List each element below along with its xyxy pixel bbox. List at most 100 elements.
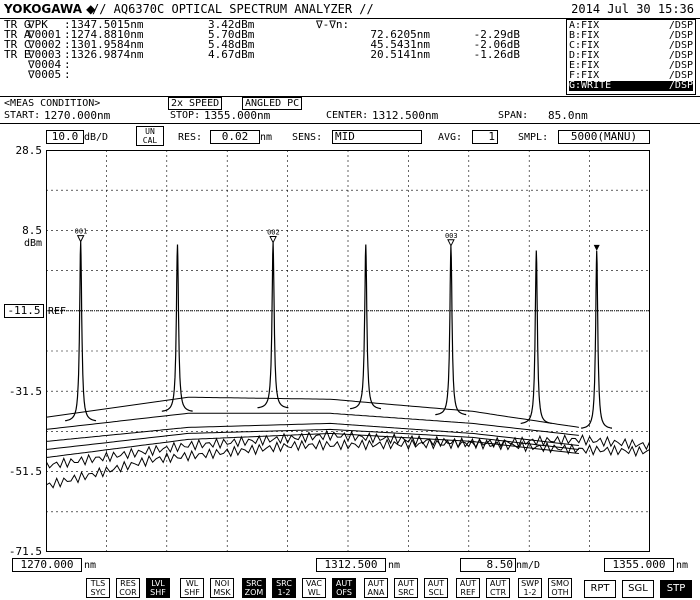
softkey-label-part: WL bbox=[185, 579, 199, 588]
softkey-label-part: SRC bbox=[398, 588, 414, 597]
y-tick-8-5: 8.5 bbox=[22, 224, 42, 237]
softkey[interactable]: SWP 1-2 bbox=[518, 578, 542, 598]
softkey-label-part: AUT bbox=[367, 579, 385, 588]
marker-lvl: 4.67dBm bbox=[208, 48, 255, 61]
trace-row[interactable]: G:WRITE/DSP bbox=[569, 81, 693, 91]
scale-unit: dB/D bbox=[84, 132, 109, 143]
softkey[interactable]: AUT SRC bbox=[394, 578, 418, 598]
softkey-label-part: SRC bbox=[246, 579, 262, 588]
softkey[interactable]: VAC WL bbox=[302, 578, 326, 598]
softkey[interactable]: AUT CTR bbox=[486, 578, 510, 598]
smpl-field[interactable]: 5000(MANU) bbox=[558, 130, 650, 144]
trace-mode: /DSP bbox=[668, 80, 693, 91]
softkey-label-part: LVL bbox=[151, 579, 165, 588]
marker-triangle bbox=[447, 239, 455, 247]
softkey[interactable]: AUT REF bbox=[456, 578, 480, 598]
action-key-rpt[interactable]: RPT bbox=[584, 580, 616, 598]
center-value: 1312.500nm bbox=[372, 109, 439, 122]
trace-name: G:WRITE bbox=[569, 80, 612, 91]
ref-level-field[interactable]: -11.5 bbox=[4, 304, 44, 318]
y-tick-m31-5: -31.5 bbox=[8, 385, 42, 398]
softkey-label-part: WL bbox=[307, 588, 321, 597]
softkey[interactable]: SMO OTH bbox=[548, 578, 572, 598]
softkey-label-part: AUT bbox=[335, 579, 353, 588]
marker-triangle bbox=[76, 235, 85, 243]
x-start-unit: nm bbox=[84, 560, 97, 571]
uncal-indicator: UN CAL bbox=[136, 126, 164, 146]
x-div-unit: nm/D bbox=[516, 560, 541, 571]
marker-label: 001 bbox=[75, 228, 88, 236]
marker-wl: :1326.9874nm bbox=[64, 48, 144, 61]
softkey[interactable]: LVL SHF bbox=[146, 578, 170, 598]
softkey-label-part: SCL bbox=[428, 588, 444, 597]
x-axis: 1270.000 nm 1312.500 nm 8.50 nm/D 1355.0… bbox=[0, 556, 700, 576]
stop-value: 1355.000nm bbox=[204, 109, 271, 122]
peak-trace bbox=[65, 241, 97, 422]
x-start-field[interactable]: 1270.000 bbox=[12, 558, 82, 572]
softkey-label-part: SMO bbox=[550, 579, 570, 588]
softkey[interactable]: RES COR bbox=[116, 578, 140, 598]
stop-label: STOP: bbox=[170, 110, 201, 121]
settings-row: 10.0 dB/D UN CAL RES: 0.02 nm SENS: MID A… bbox=[0, 126, 700, 146]
x-div-field[interactable]: 8.50 bbox=[460, 558, 516, 572]
avg-field[interactable]: 1 bbox=[472, 130, 498, 144]
softkey-label-part: VAC bbox=[306, 579, 322, 588]
start-value: 1270.000nm bbox=[44, 109, 111, 122]
softkey[interactable]: TLS SYC bbox=[86, 578, 110, 598]
softkey[interactable]: AUT ANA bbox=[364, 578, 388, 598]
softkey[interactable]: AUT SCL bbox=[424, 578, 448, 598]
peak-trace bbox=[580, 250, 612, 429]
spectrum-plot[interactable]: 001 002 003 bbox=[46, 150, 650, 552]
x-stop-field[interactable]: 1355.000 bbox=[604, 558, 674, 572]
softkey-label-part: SHF bbox=[184, 588, 200, 597]
peak-trace bbox=[520, 250, 552, 424]
softkey-label-part: OTH bbox=[551, 588, 569, 597]
scale-field[interactable]: 10.0 bbox=[46, 130, 84, 144]
softkey-label-part: SYC bbox=[90, 588, 106, 597]
y-axis: 28.5 8.5 dBm -11.5 REF -31.5 -51.5 -71.5 bbox=[0, 0, 66, 600]
softkey-label-part: SWP bbox=[521, 579, 539, 588]
marker-readout: TR G ∇PK:1347.5015nm 3.42dBm TR A ∇0001:1274… bbox=[4, 18, 564, 92]
marker-label: 003 bbox=[445, 232, 458, 240]
smpl-label: SMPL: bbox=[518, 132, 549, 143]
date-time: 2014 Jul 30 15:36 bbox=[571, 2, 694, 16]
trace-panel: A:FIX/DSP B:FIX/DSP C:FIX/DSP D:FIX/DSP E:FI… bbox=[566, 19, 696, 95]
softkey-label-part: CTR bbox=[489, 588, 507, 597]
softkey-label-part: 1-2 bbox=[523, 588, 537, 597]
delta-marker-label: ∇-∇n: bbox=[316, 18, 350, 31]
meas-condition: <MEAS CONDITION> 2x SPEED ANGLED PC STAR… bbox=[0, 96, 700, 124]
sens-field[interactable]: MID bbox=[332, 130, 422, 144]
marker-wl: : bbox=[64, 68, 71, 81]
res-unit: nm bbox=[260, 132, 273, 143]
softkey-label-part: TLS bbox=[90, 579, 106, 588]
softkey-label-part: REF bbox=[460, 588, 476, 597]
peak-trace bbox=[349, 244, 381, 410]
title-bar: YOKOGAWA ◆ // AQ6370C OPTICAL SPECTRUM A… bbox=[0, 0, 700, 19]
softkey-label-part: SHF bbox=[150, 588, 166, 597]
softkey-label-part: ANA bbox=[367, 588, 385, 597]
model-title: // AQ6370C OPTICAL SPECTRUM ANALYZER // bbox=[92, 2, 374, 16]
baseline-trace bbox=[46, 396, 579, 428]
res-field[interactable]: 0.02 bbox=[210, 130, 260, 144]
softkey-label-part: AUT bbox=[397, 579, 415, 588]
avg-label: AVG: bbox=[438, 132, 463, 143]
action-key-sgl[interactable]: SGL bbox=[622, 580, 654, 598]
peak-trace bbox=[257, 242, 289, 409]
softkey-label-part: AUT bbox=[489, 579, 507, 588]
x-center-field[interactable]: 1312.500 bbox=[316, 558, 386, 572]
y-tick-top: 28.5 bbox=[15, 144, 43, 157]
softkey-label-part: AUT bbox=[427, 579, 445, 588]
softkey[interactable]: WL SHF bbox=[180, 578, 204, 598]
softkey[interactable]: NOI MSK bbox=[210, 578, 234, 598]
span-value: 85.0nm bbox=[548, 109, 588, 122]
softkey-label-part: COR bbox=[119, 588, 137, 597]
span-label: SPAN: bbox=[498, 110, 529, 121]
softkey[interactable]: SRC ZOM bbox=[242, 578, 266, 598]
softkey[interactable]: AUT OFS bbox=[332, 578, 356, 598]
res-label: RES: bbox=[178, 132, 203, 143]
marker-dlvl: -1.26dB bbox=[473, 48, 520, 61]
peak-search-marker bbox=[593, 244, 600, 251]
softkey[interactable]: SRC 1-2 bbox=[272, 578, 296, 598]
marker-dwl: 20.5141nm bbox=[370, 48, 430, 61]
action-key-stp[interactable]: STP bbox=[660, 580, 692, 598]
